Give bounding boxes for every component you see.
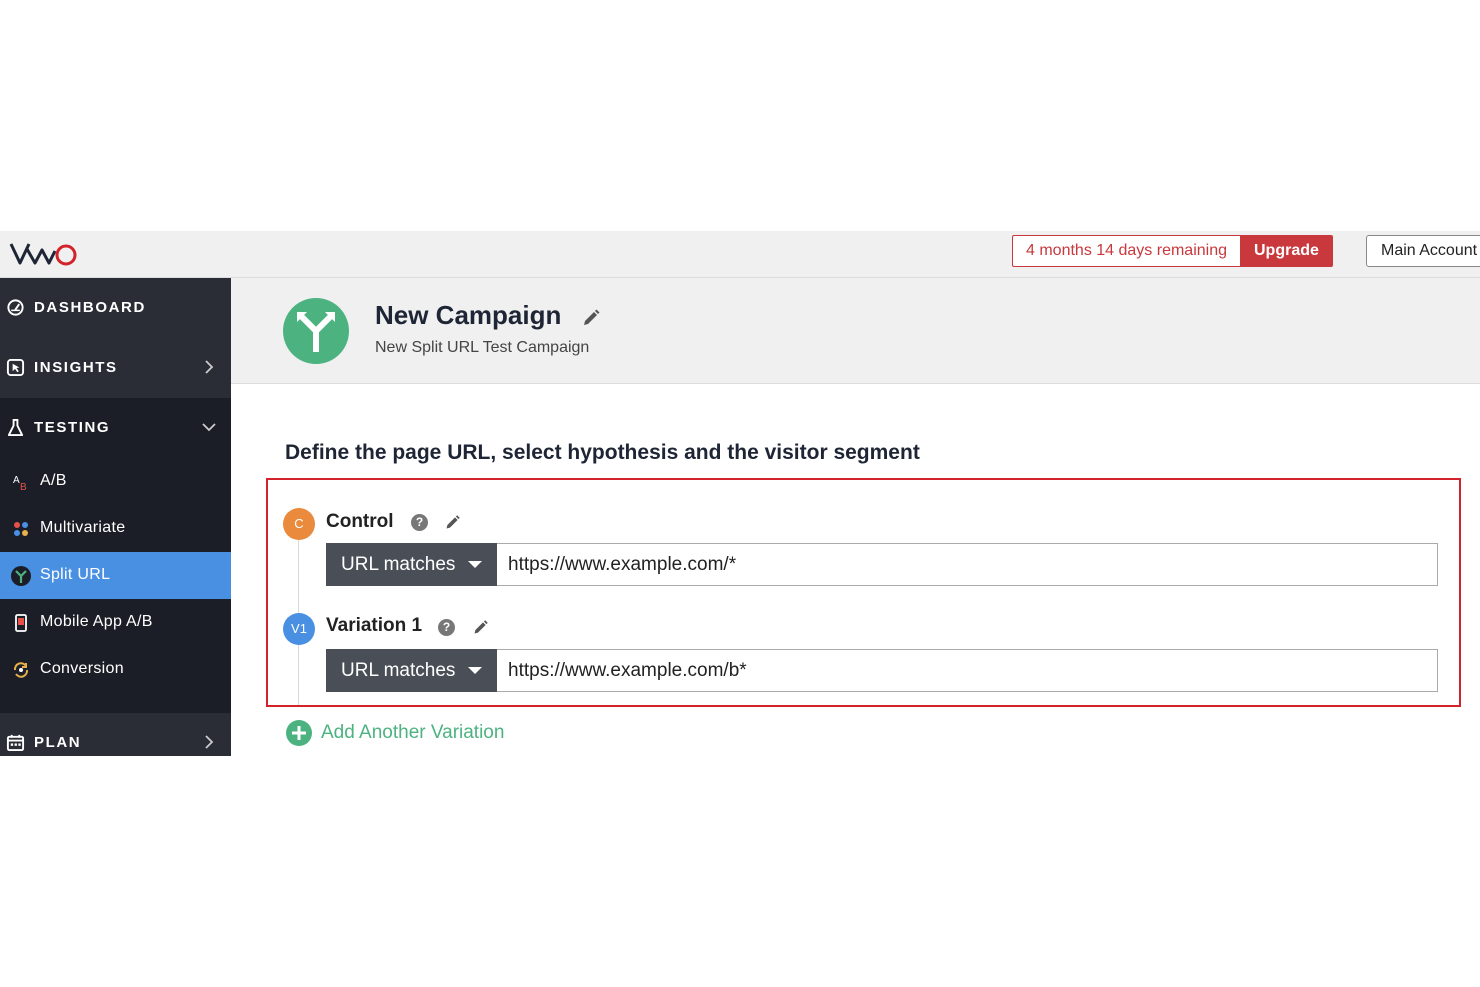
variation-url-input[interactable] bbox=[497, 649, 1438, 692]
upgrade-button[interactable]: Upgrade bbox=[1240, 235, 1333, 267]
split-url-campaign-icon bbox=[283, 298, 349, 364]
edit-title-icon[interactable] bbox=[581, 308, 601, 328]
sidebar-item-label: INSIGHTS bbox=[34, 359, 118, 376]
edit-name-icon[interactable] bbox=[444, 514, 461, 531]
sidebar-item-label: TESTING bbox=[34, 419, 111, 436]
trial-remaining-badge: 4 months 14 days remaining bbox=[1012, 235, 1240, 267]
sidebar-item-label: DASHBOARD bbox=[34, 299, 146, 316]
flask-icon bbox=[7, 418, 24, 437]
svg-text:B: B bbox=[20, 482, 27, 492]
sidebar-item-dashboard[interactable]: DASHBOARD bbox=[0, 278, 231, 338]
grid-dots-icon bbox=[14, 522, 28, 536]
chevron-right-icon bbox=[205, 735, 214, 749]
url-match-type-dropdown[interactable]: URL matches bbox=[326, 543, 497, 586]
sidebar-item-label: Mobile App A/B bbox=[40, 613, 153, 630]
vwo-logo[interactable] bbox=[9, 236, 81, 270]
url-match-type-dropdown[interactable]: URL matches bbox=[326, 649, 497, 692]
trial-group: 4 months 14 days remaining Upgrade bbox=[1012, 235, 1333, 267]
control-badge: C bbox=[283, 508, 315, 540]
control-name: Control bbox=[326, 511, 394, 532]
campaign-header: New Campaign New Split URL Test Campaign bbox=[231, 278, 1480, 384]
conversion-icon bbox=[13, 662, 29, 678]
sidebar-item-label: PLAN bbox=[34, 734, 82, 751]
ab-icon: A B bbox=[13, 475, 27, 492]
campaign-subtitle: New Split URL Test Campaign bbox=[375, 339, 590, 356]
sidebar-item-conversion[interactable]: Conversion bbox=[0, 646, 231, 693]
account-switcher-button[interactable]: Main Account bbox=[1366, 235, 1480, 267]
sidebar-item-plan[interactable]: PLAN bbox=[0, 713, 231, 756]
help-icon[interactable]: ? bbox=[411, 514, 428, 531]
calendar-icon bbox=[6, 734, 25, 752]
cursor-box-icon bbox=[6, 358, 25, 377]
split-arrows-icon bbox=[11, 566, 31, 586]
sidebar-item-testing[interactable]: TESTING bbox=[0, 398, 231, 458]
gauge-icon bbox=[7, 299, 24, 316]
url-match-type-label: URL matches bbox=[341, 660, 456, 681]
add-variation-label: Add Another Variation bbox=[321, 722, 505, 743]
sidebar-item-ab[interactable]: A B A/B bbox=[0, 458, 231, 505]
phone-icon bbox=[15, 614, 27, 632]
control-url-input[interactable] bbox=[497, 543, 1438, 586]
plus-circle-icon bbox=[286, 720, 312, 746]
sidebar-item-mobile-app-ab[interactable]: Mobile App A/B bbox=[0, 599, 231, 646]
help-icon[interactable]: ? bbox=[438, 619, 455, 636]
edit-name-icon[interactable] bbox=[472, 619, 489, 636]
section-heading: Define the page URL, select hypothesis a… bbox=[285, 441, 920, 464]
svg-text:A: A bbox=[13, 475, 20, 486]
sidebar-item-multivariate[interactable]: Multivariate bbox=[0, 505, 231, 552]
url-match-type-label: URL matches bbox=[341, 554, 456, 575]
sidebar-item-label: Split URL bbox=[40, 566, 111, 583]
sidebar-item-split-url[interactable]: Split URL bbox=[0, 552, 231, 599]
top-bar: 4 months 14 days remaining Upgrade Main … bbox=[0, 231, 1480, 278]
caret-down-icon bbox=[468, 667, 482, 674]
sidebar-item-insights[interactable]: INSIGHTS bbox=[0, 338, 231, 398]
sidebar-item-label: Multivariate bbox=[40, 519, 126, 536]
variation-badge: V1 bbox=[283, 613, 315, 645]
chevron-down-icon bbox=[202, 423, 216, 432]
caret-down-icon bbox=[468, 561, 482, 568]
sidebar-item-label: A/B bbox=[40, 472, 67, 489]
control-url-row: URL matches bbox=[326, 543, 1438, 586]
sidebar: DASHBOARD INSIGHTS TESTING A B A/B Multi… bbox=[0, 278, 231, 756]
variation-name: Variation 1 bbox=[326, 615, 423, 636]
campaign-title: New Campaign bbox=[375, 300, 562, 330]
chevron-right-icon bbox=[205, 360, 214, 374]
sidebar-item-label: Conversion bbox=[40, 660, 124, 677]
add-variation-button[interactable]: Add Another Variation bbox=[285, 719, 504, 747]
variation-url-row: URL matches bbox=[326, 649, 1438, 692]
